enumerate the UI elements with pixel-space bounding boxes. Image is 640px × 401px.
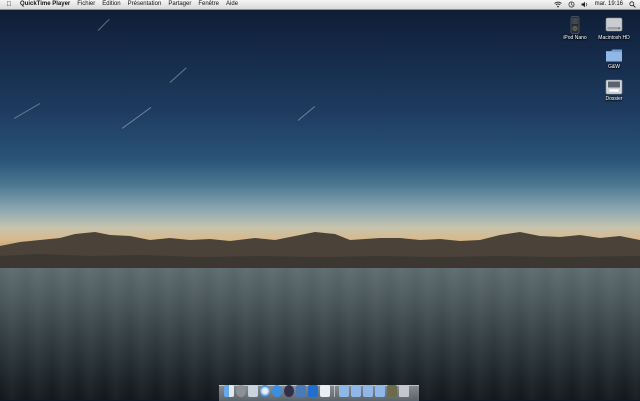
- desktop-icon-label: iPod Nano: [563, 35, 587, 41]
- folder-icon[interactable]: [351, 385, 361, 397]
- utility-icon[interactable]: [387, 385, 397, 397]
- menu-extras: mar. 19:16: [553, 0, 636, 9]
- system-preferences-icon[interactable]: [236, 385, 246, 397]
- menu-clock[interactable]: mar. 19:16: [595, 0, 623, 9]
- apple-menu-icon[interactable]: : [4, 0, 14, 9]
- folder-icon: [606, 49, 622, 62]
- safari-icon[interactable]: [260, 385, 270, 397]
- mail-icon[interactable]: [248, 385, 258, 397]
- iphoto-icon[interactable]: [296, 385, 306, 397]
- xcode-icon[interactable]: [308, 385, 318, 397]
- dock: [224, 381, 409, 397]
- desktop-icon-macintosh-hd[interactable]: Macintosh HD: [594, 16, 634, 41]
- menu-fichier[interactable]: Fichier: [77, 0, 95, 9]
- preview-icon[interactable]: [320, 385, 330, 397]
- menu-app-name[interactable]: QuickTime Player: [20, 0, 70, 9]
- dock-separator: [334, 385, 335, 397]
- desktop-icon-label: Dossier: [605, 96, 623, 102]
- app-store-icon[interactable]: [272, 385, 282, 397]
- folder-icon[interactable]: [363, 385, 373, 397]
- star-trail: [297, 105, 316, 121]
- disk-icon: [605, 79, 623, 95]
- menu-bar:  QuickTime Player Fichier Édition Prése…: [0, 0, 640, 10]
- menu-edition[interactable]: Édition: [102, 0, 120, 9]
- star-trail: [97, 18, 110, 31]
- wifi-icon[interactable]: [553, 1, 562, 8]
- star-trail: [121, 106, 152, 129]
- finder-icon[interactable]: [224, 385, 234, 397]
- trash-icon[interactable]: [399, 385, 409, 397]
- hard-drive-icon: [605, 17, 623, 32]
- star-trail: [169, 67, 187, 83]
- menu-partager[interactable]: Partager: [168, 0, 191, 9]
- volume-icon[interactable]: [581, 1, 589, 8]
- mountain-range: [0, 232, 640, 272]
- desktop-icon-dossier[interactable]: Dossier: [594, 79, 634, 102]
- star-trail: [13, 103, 41, 119]
- desktop-icon-gw-folder[interactable]: G&W: [594, 48, 634, 70]
- menu-aide[interactable]: Aide: [226, 0, 238, 9]
- desktop-icon-label: G&W: [608, 64, 620, 70]
- menu-presentation[interactable]: Présentation: [128, 0, 162, 9]
- sync-icon[interactable]: [568, 1, 575, 8]
- folder-icon[interactable]: [375, 385, 385, 397]
- itunes-icon[interactable]: [284, 385, 294, 397]
- desktop-icon-label: Macintosh HD: [598, 35, 630, 41]
- ipod-icon: [570, 16, 580, 34]
- menu-fenetre[interactable]: Fenêtre: [198, 0, 219, 9]
- spotlight-icon[interactable]: [629, 1, 636, 8]
- desktop-icon-ipod-nano[interactable]: iPod Nano: [555, 16, 595, 41]
- folder-icon[interactable]: [339, 385, 349, 397]
